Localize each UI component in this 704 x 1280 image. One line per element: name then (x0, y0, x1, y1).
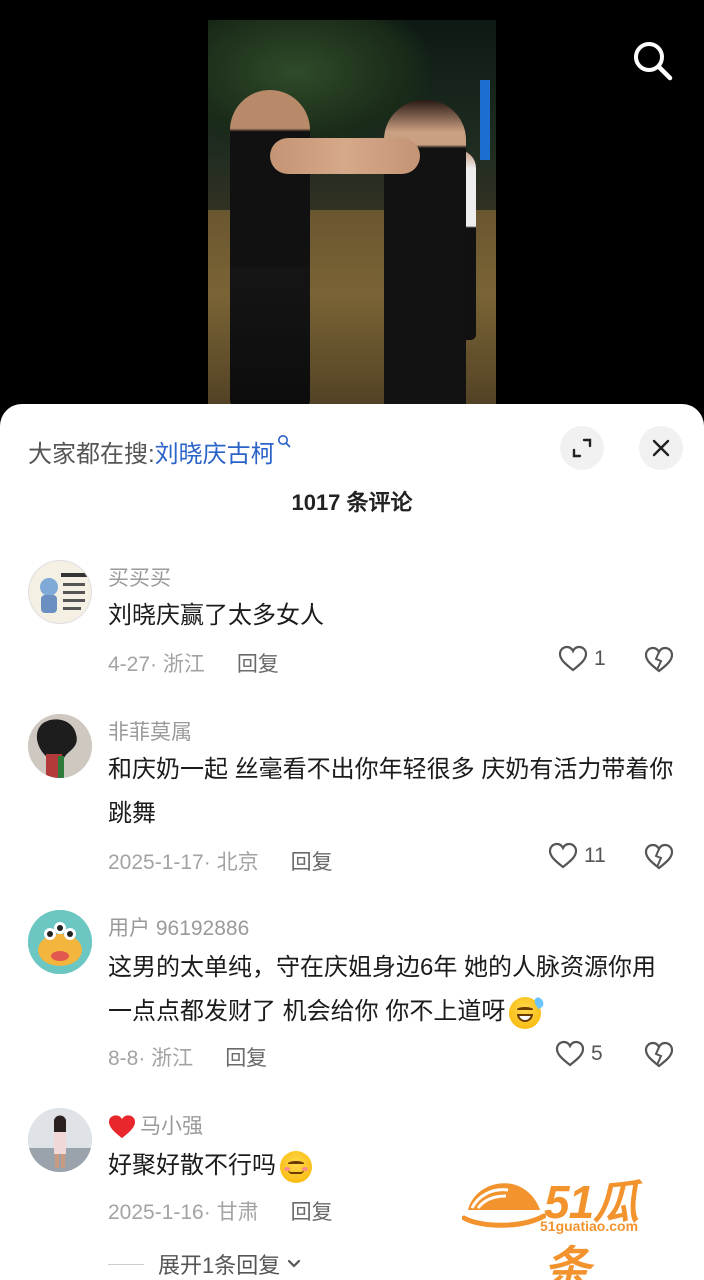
expand-button[interactable] (560, 426, 604, 470)
expand-replies-button[interactable]: 展开1条回复 (108, 1248, 304, 1280)
comment-text: 这男的太单纯，守在庆姐身边6年 她的人脉资源你用一点点都发财了 机会给你 你不上… (108, 954, 657, 1025)
heart-outline-icon (558, 645, 588, 672)
comment-text: 刘晓庆赢了太多女人 (108, 602, 324, 629)
comment-date-location: 8-8· 浙江 (108, 1047, 194, 1070)
avatar-photo-image (28, 714, 92, 778)
avatar-monster-image (28, 910, 92, 974)
comment-date-location: 2025-1-16· 甘肃 (108, 1201, 259, 1224)
reply-button[interactable]: 回复 (291, 846, 333, 876)
avatar[interactable] (28, 714, 92, 778)
video-frame[interactable] (208, 20, 496, 420)
hot-search-keyword[interactable]: 刘晓庆古柯 (155, 441, 275, 468)
expand-replies-label: 展开1条回复 (158, 1253, 281, 1278)
dislike-heart-icon[interactable] (644, 1040, 674, 1070)
video-scenery-pole (480, 80, 490, 160)
avatar[interactable] (28, 560, 92, 624)
comment-username-row[interactable]: 马小强 (108, 1110, 203, 1140)
comment-date-location: 2025-1-17· 北京 (108, 851, 259, 874)
reply-button[interactable]: 回复 (225, 1042, 267, 1072)
sheet-header: 大家都在搜:刘晓庆古柯 (0, 404, 704, 492)
close-button[interactable] (639, 426, 683, 470)
comment-date-location: 4-27· 浙江 (108, 653, 205, 676)
comment-username[interactable]: 非菲莫属 (108, 716, 192, 746)
reply-button[interactable]: 回复 (291, 1196, 333, 1226)
heart-red-icon (109, 1115, 135, 1139)
comment-meta: 4-27· 浙江 回复 (108, 648, 279, 678)
comment-meta: 8-8· 浙江 回复 (108, 1042, 267, 1072)
search-button[interactable] (628, 36, 676, 84)
chevron-down-icon (288, 1259, 301, 1268)
heart-outline-icon (548, 842, 578, 869)
reply-button[interactable]: 回复 (237, 648, 279, 678)
like-count: 1 (594, 647, 606, 670)
expand-icon (572, 438, 592, 458)
comment-text-wrapper: 好聚好散不行吗 (108, 1144, 678, 1188)
hot-search[interactable]: 大家都在搜:刘晓庆古柯 (28, 434, 291, 469)
comment-username[interactable]: 用户 96192886 (108, 912, 249, 942)
like-count: 5 (591, 1042, 603, 1065)
search-small-icon (277, 435, 291, 448)
dislike-heart-icon[interactable] (644, 842, 674, 872)
divider-line (108, 1263, 144, 1265)
dislike-heart-icon[interactable] (644, 645, 674, 675)
like-count: 11 (584, 844, 606, 867)
video-dancers-hands (270, 138, 420, 174)
avatar[interactable] (28, 1108, 92, 1172)
avatar-photo-image (28, 1108, 92, 1172)
comment-meta: 2025-1-16· 甘肃 回复 (108, 1196, 333, 1226)
sweat-smile-emoji-icon (509, 995, 546, 1029)
like-button[interactable]: 1 (558, 645, 606, 673)
video-player[interactable] (0, 0, 704, 430)
shy-emoji-icon (280, 1150, 312, 1183)
comment-username: 马小强 (140, 1115, 203, 1138)
avatar[interactable] (28, 910, 92, 974)
heart-outline-icon (555, 1040, 585, 1067)
comment-text: 好聚好散不行吗 (108, 1152, 276, 1179)
comment-username[interactable]: 买买买 (108, 562, 171, 592)
comment-text: 和庆奶一起 丝毫看不出你年轻很多 庆奶有活力带着你跳舞 (108, 756, 674, 827)
like-button[interactable]: 5 (555, 1040, 603, 1068)
comment-meta: 2025-1-17· 北京 回复 (108, 846, 333, 876)
avatar-cartoon-image (29, 561, 91, 623)
like-button[interactable]: 11 (548, 842, 606, 870)
search-icon (634, 42, 673, 81)
comment-count: 1017 条评论 (291, 490, 413, 515)
close-icon (652, 439, 670, 457)
hot-search-label: 大家都在搜: (28, 441, 155, 468)
comment-text-wrapper: 这男的太单纯，守在庆姐身边6年 她的人脉资源你用一点点都发财了 机会给你 你不上… (108, 946, 678, 1034)
